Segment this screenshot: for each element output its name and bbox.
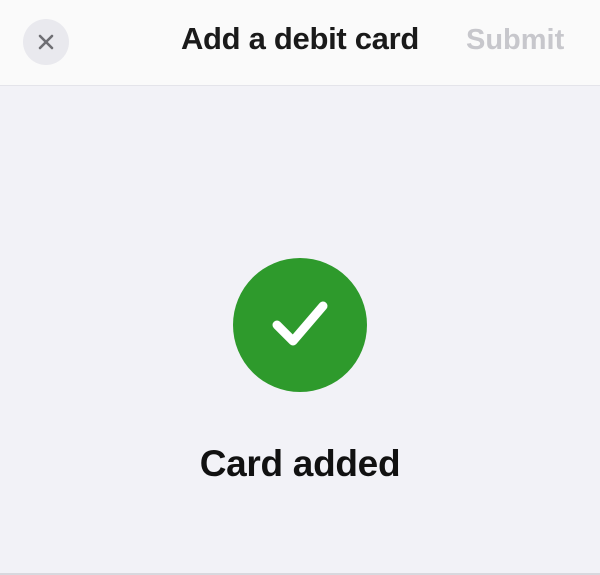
success-badge (233, 258, 367, 392)
close-button[interactable] (23, 19, 69, 65)
checkmark-icon (265, 288, 335, 363)
navigation-header: Add a debit card Submit (0, 0, 600, 86)
submit-button[interactable]: Submit (466, 20, 564, 60)
success-panel: Card added (0, 258, 600, 486)
close-icon (36, 32, 56, 52)
page-title: Add a debit card (180, 21, 420, 56)
add-card-screen: Add a debit card Submit Card added (0, 0, 600, 575)
status-message: Card added (199, 443, 401, 484)
